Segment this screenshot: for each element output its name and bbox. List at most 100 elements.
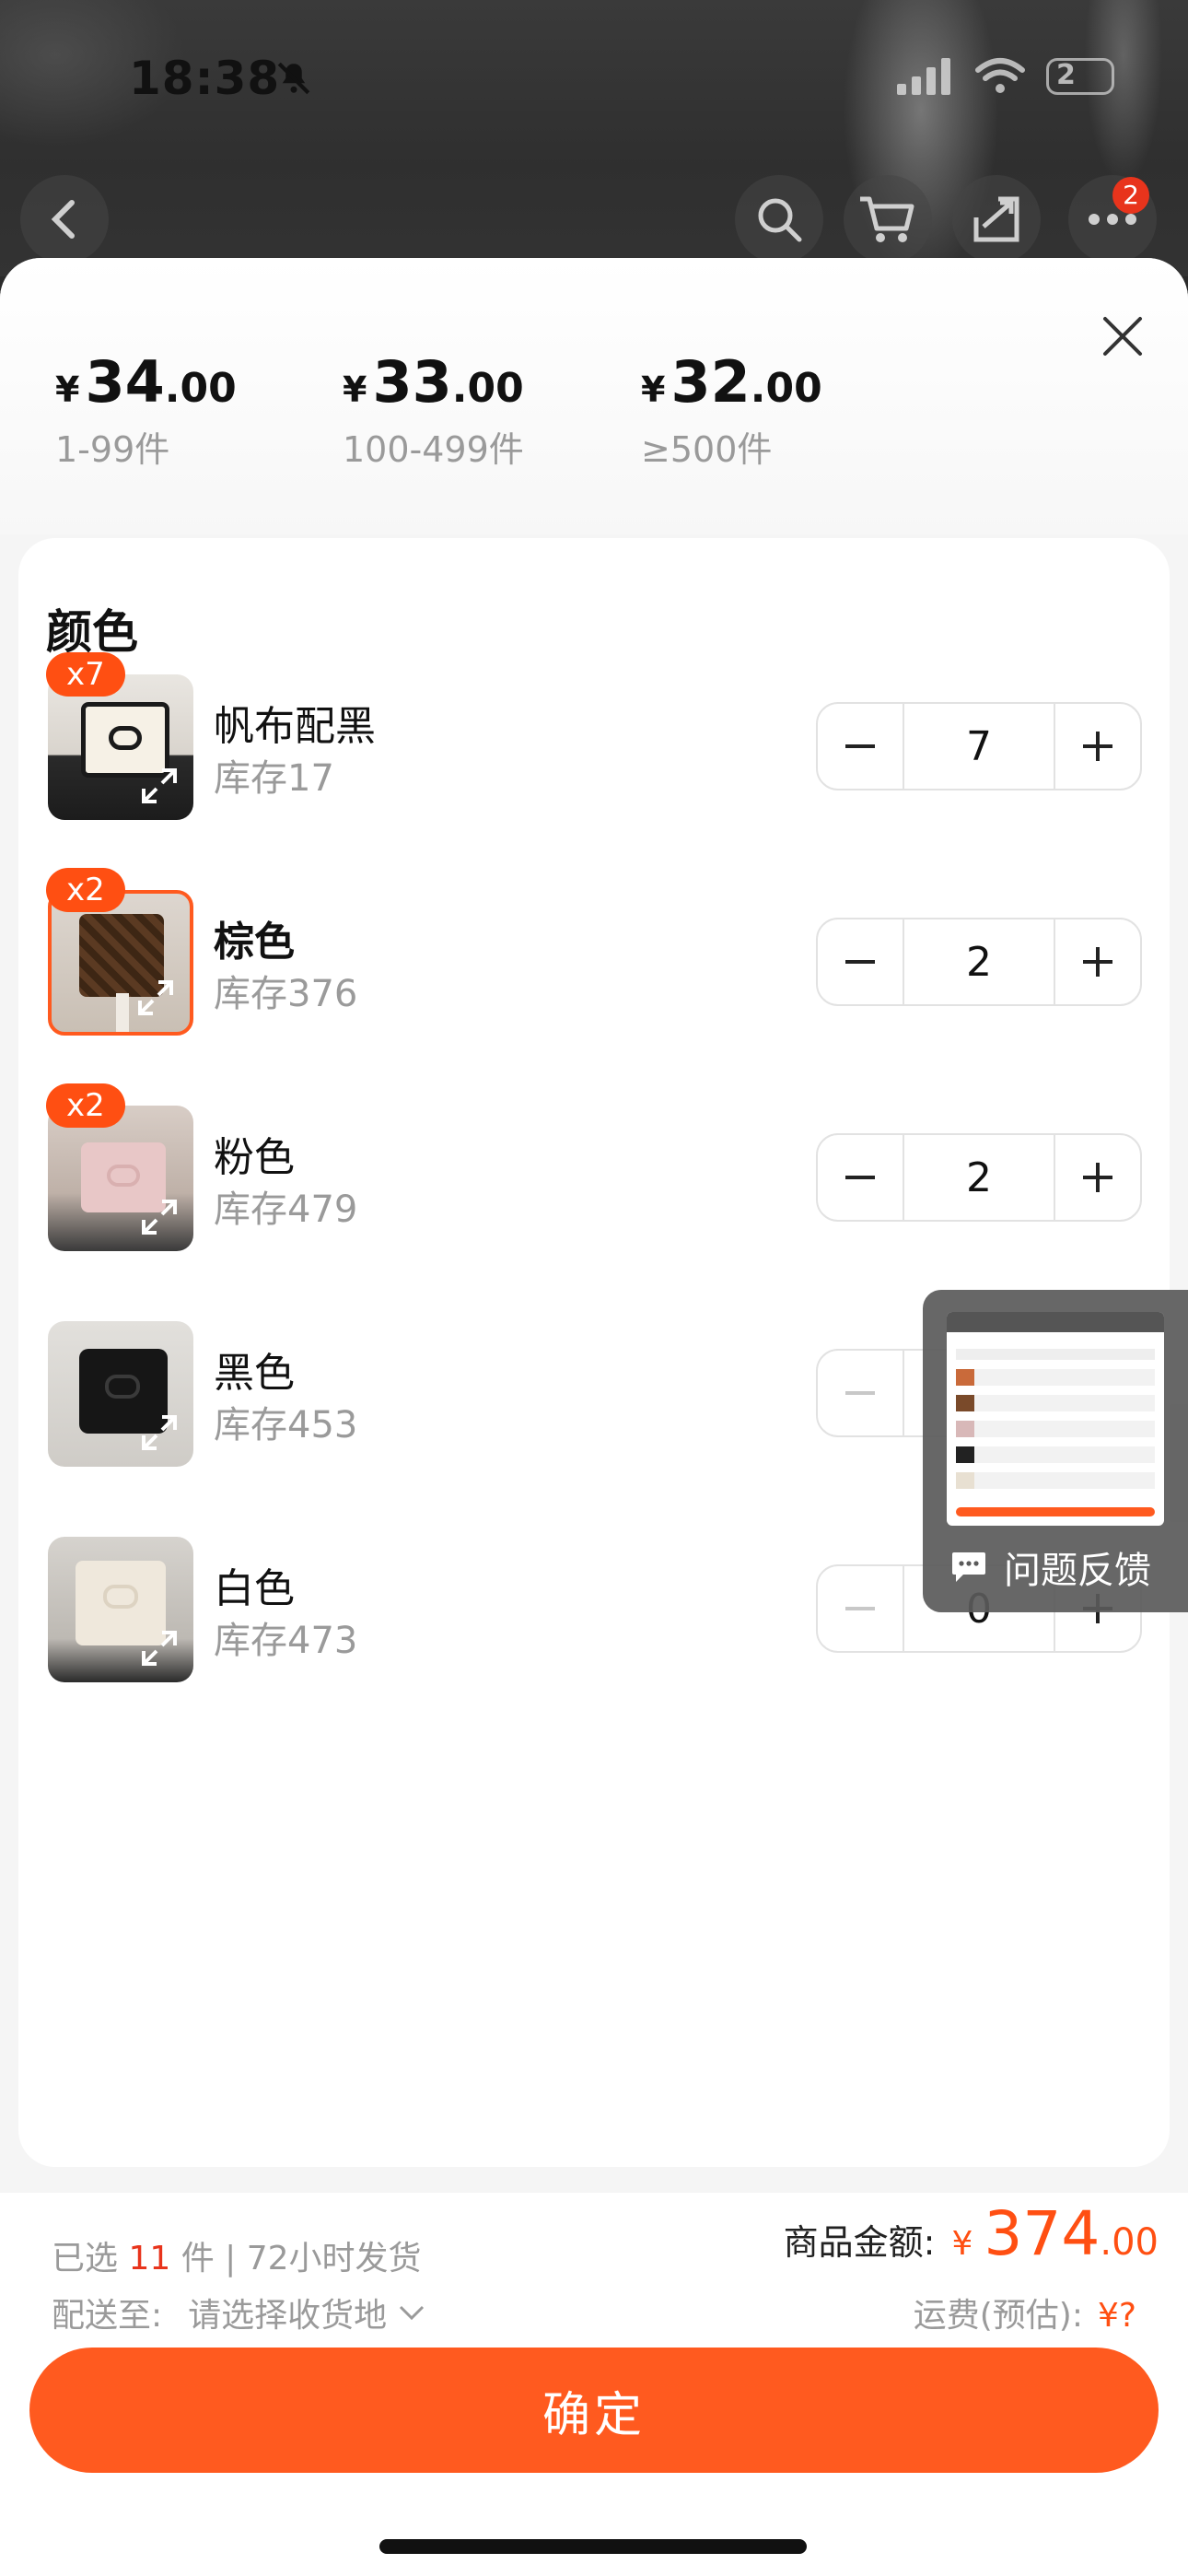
currency-symbol: ¥ (343, 369, 367, 410)
expand-icon[interactable] (134, 761, 184, 811)
quantity-range: ≥500件 (641, 429, 773, 470)
quantity-range: 100-499件 (343, 429, 524, 470)
logo-mark (107, 1165, 140, 1187)
logo-mark (105, 1375, 140, 1399)
shipping-address-selector[interactable]: 配送至: 请选择收货地 (52, 2289, 425, 2336)
preview-button (956, 1507, 1155, 1516)
quantity-stepper: 7 (816, 702, 1142, 790)
search-button[interactable] (735, 175, 823, 263)
feedback-label: 问题反馈 (1004, 1550, 1151, 1592)
variant-row-canvas-black: x7 帆布配黑 库存17 7 (18, 652, 1170, 837)
price-integer: 33 (372, 348, 452, 416)
share-button[interactable] (952, 175, 1041, 263)
more-button[interactable]: 2 (1068, 175, 1157, 263)
variant-name: 白色 (214, 1565, 295, 1612)
logo-mark (109, 726, 142, 750)
preview-header (947, 1312, 1164, 1332)
variant-stock: 库存479 (214, 1188, 358, 1231)
variant-row-pink: x2 粉色 库存479 2 (18, 1083, 1170, 1268)
decrease-button[interactable] (818, 1351, 903, 1435)
selected-prefix: 已选 (52, 2240, 119, 2277)
variant-name: 棕色 (214, 919, 295, 966)
minus-icon (845, 1176, 875, 1179)
plus-icon (1083, 732, 1112, 761)
notification-badge: 2 (1112, 177, 1149, 214)
minus-icon (845, 960, 875, 964)
expand-icon[interactable] (134, 1623, 184, 1673)
confirm-button[interactable]: 确定 (29, 2348, 1159, 2473)
currency-symbol: ¥ (641, 369, 666, 410)
preview-rows (956, 1349, 1155, 1489)
price-tier-2: ¥33.00 100-499件 (343, 348, 524, 472)
price-integer: 32 (670, 348, 751, 416)
decrease-button[interactable] (818, 919, 903, 1004)
selected-suffix: 件 | 72小时发货 (181, 2240, 422, 2277)
signal-icon (897, 58, 950, 95)
price-decimal: .00 (750, 365, 822, 412)
increase-button[interactable] (1055, 1135, 1140, 1220)
increase-button[interactable] (1055, 919, 1140, 1004)
quantity-value[interactable]: 2 (903, 919, 1055, 1004)
bell-mute-icon (277, 62, 310, 95)
search-icon (758, 198, 802, 242)
plus-icon (1083, 1163, 1112, 1192)
estimated-freight: 运费(预估): ¥? (914, 2289, 1136, 2336)
bag-strap (116, 993, 129, 1032)
chevron-left-icon (51, 200, 75, 239)
battery-level: 2 (1056, 59, 1076, 91)
variant-stock: 库存473 (214, 1620, 358, 1662)
quantity-value[interactable]: 2 (903, 1135, 1055, 1220)
quantity-stepper: 2 (816, 1133, 1142, 1222)
back-button[interactable] (20, 175, 109, 263)
currency-symbol: ¥ (55, 369, 80, 410)
expand-icon[interactable] (134, 1192, 184, 1242)
more-icon (1089, 214, 1136, 225)
minus-icon (845, 1607, 875, 1610)
quantity-value[interactable]: 7 (903, 704, 1055, 789)
variant-name: 粉色 (214, 1134, 295, 1181)
variant-stock: 库存17 (214, 757, 334, 800)
feedback-label-row: 问题反馈 (950, 1540, 1151, 1594)
expand-icon[interactable] (134, 1408, 184, 1458)
increase-button[interactable] (1055, 704, 1140, 789)
amount-currency: ¥ (951, 2225, 973, 2263)
feedback-floater[interactable]: 问题反馈 (923, 1290, 1188, 1612)
variant-name: 帆布配黑 (214, 703, 376, 750)
price-integer: 34 (85, 348, 165, 416)
price-tier-3: ¥32.00 ≥500件 (641, 348, 822, 472)
amount-decimal: .00 (1100, 2221, 1159, 2264)
close-icon[interactable] (1090, 304, 1155, 369)
home-indicator (379, 2539, 807, 2554)
variant-stock: 库存376 (214, 973, 358, 1015)
variant-thumbnail[interactable] (48, 1537, 193, 1682)
share-icon (973, 196, 1019, 242)
decrease-button[interactable] (818, 704, 903, 789)
feedback-screenshot-preview (947, 1312, 1164, 1526)
minus-icon (845, 1391, 875, 1395)
cart-button[interactable] (844, 175, 932, 263)
battery-icon: 2 (1046, 58, 1114, 95)
selected-summary: 已选 11 件 | 72小时发货 (52, 2231, 422, 2279)
decrease-button[interactable] (818, 1135, 903, 1220)
ship-value: 请选择收货地 (188, 2297, 388, 2335)
amount-integer: 374 (984, 2198, 1101, 2269)
quantity-badge: x2 (46, 868, 125, 912)
message-icon (952, 1552, 985, 1582)
quantity-stepper: 2 (816, 918, 1142, 1006)
price-decimal: .00 (451, 365, 524, 412)
selected-count: 11 (128, 2240, 171, 2277)
variant-thumbnail[interactable] (48, 1321, 193, 1467)
variant-row-brown: x2 棕色 库存376 2 (18, 868, 1170, 1052)
chevron-down-icon (400, 2305, 425, 2321)
expand-icon[interactable] (131, 973, 181, 1023)
minus-icon (845, 744, 875, 748)
logo-mark (103, 1585, 138, 1609)
freight-value: ¥? (1097, 2297, 1136, 2335)
decrease-button[interactable] (818, 1566, 903, 1651)
price-tier-1: ¥34.00 1-99件 (55, 348, 237, 472)
amount-label: 商品金额: (783, 2222, 936, 2263)
cart-icon (860, 196, 914, 242)
status-time: 18:38 (129, 52, 281, 105)
variant-stock: 库存453 (214, 1404, 358, 1446)
status-indicators: 2 (897, 57, 1114, 96)
